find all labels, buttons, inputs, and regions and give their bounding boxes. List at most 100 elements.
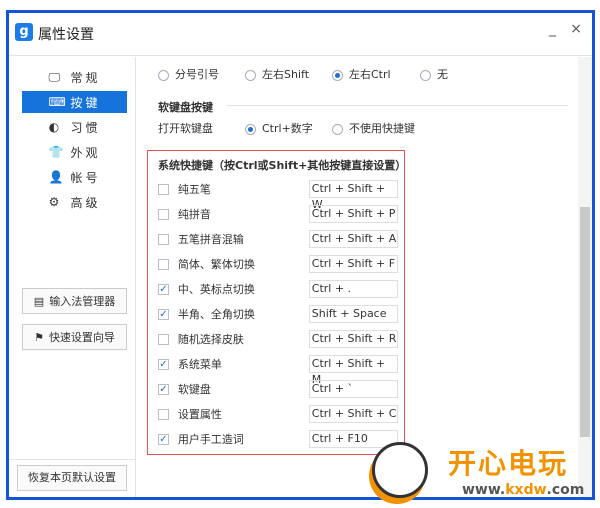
shortcut-label: 五笔拼音混输 — [177, 233, 244, 246]
watermark-logo: 开心电玩 www.kxdw.com — [368, 438, 598, 504]
shortcut-row: ✓ 系统菜单 Ctrl + Shift + M — [158, 354, 399, 386]
sidebar-item-3[interactable]: 👕 外观 — [22, 141, 127, 163]
sidebar-item-5[interactable]: ⚙ 高级 — [22, 191, 127, 213]
shortcut-key-input[interactable]: Ctrl + Shift + C — [308, 405, 399, 423]
user-icon: 👤 — [48, 170, 67, 184]
radio-button[interactable] — [420, 69, 431, 81]
url-suffix: .com — [546, 482, 585, 498]
shortcut-checkbox[interactable] — [158, 208, 169, 220]
shirt-icon: 👕 — [48, 145, 67, 159]
sidebar-item-1[interactable]: ⌨ 按键 — [22, 91, 127, 113]
option-label: 左右Shift — [262, 68, 310, 81]
sidebar-item-label: 按键 — [70, 95, 101, 110]
ime-manager-button[interactable]: ▤ 输入法管理器 — [22, 288, 127, 314]
monitor-icon: 🖵 — [48, 69, 64, 84]
radio-button[interactable] — [332, 123, 343, 135]
shortcut-label: 软键盘 — [177, 383, 211, 396]
keyboard-icon: ⌨ — [48, 95, 69, 109]
shortcut-row: ✓ 半角、全角切换 Shift + Space — [158, 304, 399, 324]
sidebar-item-4[interactable]: 👤 帐号 — [22, 166, 127, 188]
watermark-url: www.kxdw.com — [462, 482, 584, 498]
switch-option-3[interactable]: 无 — [420, 66, 448, 82]
list-icon: ▤ — [33, 294, 45, 308]
app-logo-icon: g — [15, 23, 33, 41]
shortcut-label: 用户手工造词 — [177, 433, 244, 446]
reset-defaults-button[interactable]: 恢复本页默认设置 — [17, 465, 127, 491]
quick-setup-wizard-button-label: 快速设置向导 — [48, 331, 115, 344]
shortcut-checkbox[interactable]: ✓ — [158, 308, 169, 320]
window-title: 属性设置 — [38, 27, 94, 43]
shortcut-checkbox[interactable] — [158, 183, 169, 195]
option-label: 分号引号 — [175, 68, 219, 81]
close-button[interactable]: × — [570, 21, 582, 37]
shortcut-label: 纯五笔 — [177, 183, 211, 196]
shortcut-row: 简体、繁体切换 Ctrl + Shift + F — [158, 254, 399, 274]
shortcut-checkbox[interactable]: ✓ — [158, 433, 169, 445]
shortcut-row: ✓ 中、英标点切换 Ctrl + . — [158, 279, 399, 299]
shortcut-label: 纯拼音 — [177, 208, 211, 221]
shortcut-key-input[interactable]: Ctrl + . — [308, 280, 399, 298]
gear-icon: ⚙ — [48, 195, 63, 209]
shortcut-row: ✓ 软键盘 Ctrl + ` — [158, 379, 399, 399]
shortcut-key-input[interactable]: Ctrl + Shift + R — [308, 330, 399, 348]
radio-button[interactable] — [245, 69, 256, 81]
radio-button[interactable] — [245, 123, 256, 135]
sidebar-item-label: 常规 — [70, 70, 101, 85]
switch-option-2[interactable]: 左右Ctrl — [332, 66, 391, 82]
sidebar-item-label: 习惯 — [70, 120, 101, 135]
switch-option-0[interactable]: 分号引号 — [158, 66, 219, 82]
system-shortcuts-group: 系统快捷键（按Ctrl或Shift+其他按键直接设置） 纯五笔 Ctrl + Sh… — [147, 150, 407, 455]
divider — [227, 105, 568, 106]
option-label: Ctrl+数字 — [262, 122, 313, 135]
radio-button[interactable] — [158, 69, 169, 81]
settings-content: 软键盘按键 打开软键盘 系统快捷键（按Ctrl或Shift+其他按键直接设置） … — [137, 57, 578, 497]
shortcut-key-input[interactable]: Ctrl + ` — [308, 380, 399, 398]
sidebar-item-0[interactable]: 🖵 常规 — [22, 66, 127, 88]
sidebar: 🖵 常规 ⌨ 按键 ◐ 习惯 👕 外观 👤 帐号 ⚙ 高级 ▤ 输入法管理器 ⚑ 快速设置向导 — [9, 57, 136, 497]
quick-setup-wizard-button[interactable]: ⚑ 快速设置向导 — [22, 324, 127, 350]
shortcut-checkbox[interactable]: ✓ — [158, 383, 169, 395]
system-shortcuts-heading: 系统快捷键（按Ctrl或Shift+其他按键直接设置） — [158, 159, 407, 172]
shortcut-checkbox[interactable]: ✓ — [158, 358, 169, 370]
shortcut-label: 系统菜单 — [177, 358, 222, 371]
option-label: 左右Ctrl — [349, 68, 391, 81]
shortcut-checkbox[interactable] — [158, 258, 169, 270]
soft-keyboard-option-1[interactable]: 不使用快捷键 — [332, 120, 415, 136]
footer: 恢复本页默认设置 — [9, 459, 136, 497]
shortcut-checkbox[interactable] — [158, 408, 169, 420]
url-prefix: www. — [462, 482, 506, 498]
sidebar-item-label: 帐号 — [70, 170, 101, 185]
option-label: 无 — [437, 68, 448, 81]
mascot-icon — [372, 442, 428, 498]
shortcut-key-input[interactable]: Ctrl + Shift + M — [308, 355, 399, 386]
switch-option-1[interactable]: 左右Shift — [245, 66, 309, 82]
sidebar-item-label: 高级 — [70, 195, 101, 210]
title-bar: g 属性设置 _ × — [9, 13, 592, 56]
shortcut-checkbox[interactable] — [158, 333, 169, 345]
scrollbar[interactable] — [578, 57, 592, 497]
watermark-brand: 开心电玩 — [448, 447, 569, 480]
shortcut-row: 纯拼音 Ctrl + Shift + P — [158, 204, 399, 224]
shortcut-label: 设置属性 — [177, 408, 222, 421]
shortcut-key-input[interactable]: Ctrl + Shift + P — [308, 205, 399, 223]
shortcut-key-input[interactable]: Shift + Space — [308, 305, 399, 323]
sidebar-item-2[interactable]: ◐ 习惯 — [22, 116, 127, 138]
sidebar-item-label: 外观 — [70, 145, 101, 160]
shortcut-row: 五笔拼音混输 Ctrl + Shift + A — [158, 229, 399, 249]
mouse-icon: ◐ — [48, 120, 63, 134]
option-label: 不使用快捷键 — [349, 122, 415, 135]
open-soft-keyboard-label: 打开软键盘 — [158, 122, 213, 135]
shortcut-label: 半角、全角切换 — [177, 308, 255, 321]
shortcut-checkbox[interactable]: ✓ — [158, 283, 169, 295]
shortcut-key-input[interactable]: Ctrl + Shift + F — [308, 255, 399, 273]
radio-button[interactable] — [332, 69, 343, 81]
shortcut-row: 纯五笔 Ctrl + Shift + W — [158, 179, 399, 211]
shortcut-key-input[interactable]: Ctrl + Shift + A — [308, 230, 399, 248]
shortcut-key-input[interactable]: Ctrl + Shift + W — [308, 180, 399, 211]
shortcut-checkbox[interactable] — [158, 233, 169, 245]
minimize-button[interactable]: _ — [549, 21, 556, 37]
scrollbar-thumb[interactable] — [580, 207, 590, 437]
shortcut-row: 随机选择皮肤 Ctrl + Shift + R — [158, 329, 399, 349]
soft-keyboard-option-0[interactable]: Ctrl+数字 — [245, 120, 313, 136]
settings-window: g 属性设置 _ × 🖵 常规 ⌨ 按键 ◐ 习惯 👕 外观 👤 帐号 ⚙ 高级 ▤ 输入法管理器 ⚑ 快速设… — [6, 10, 595, 500]
